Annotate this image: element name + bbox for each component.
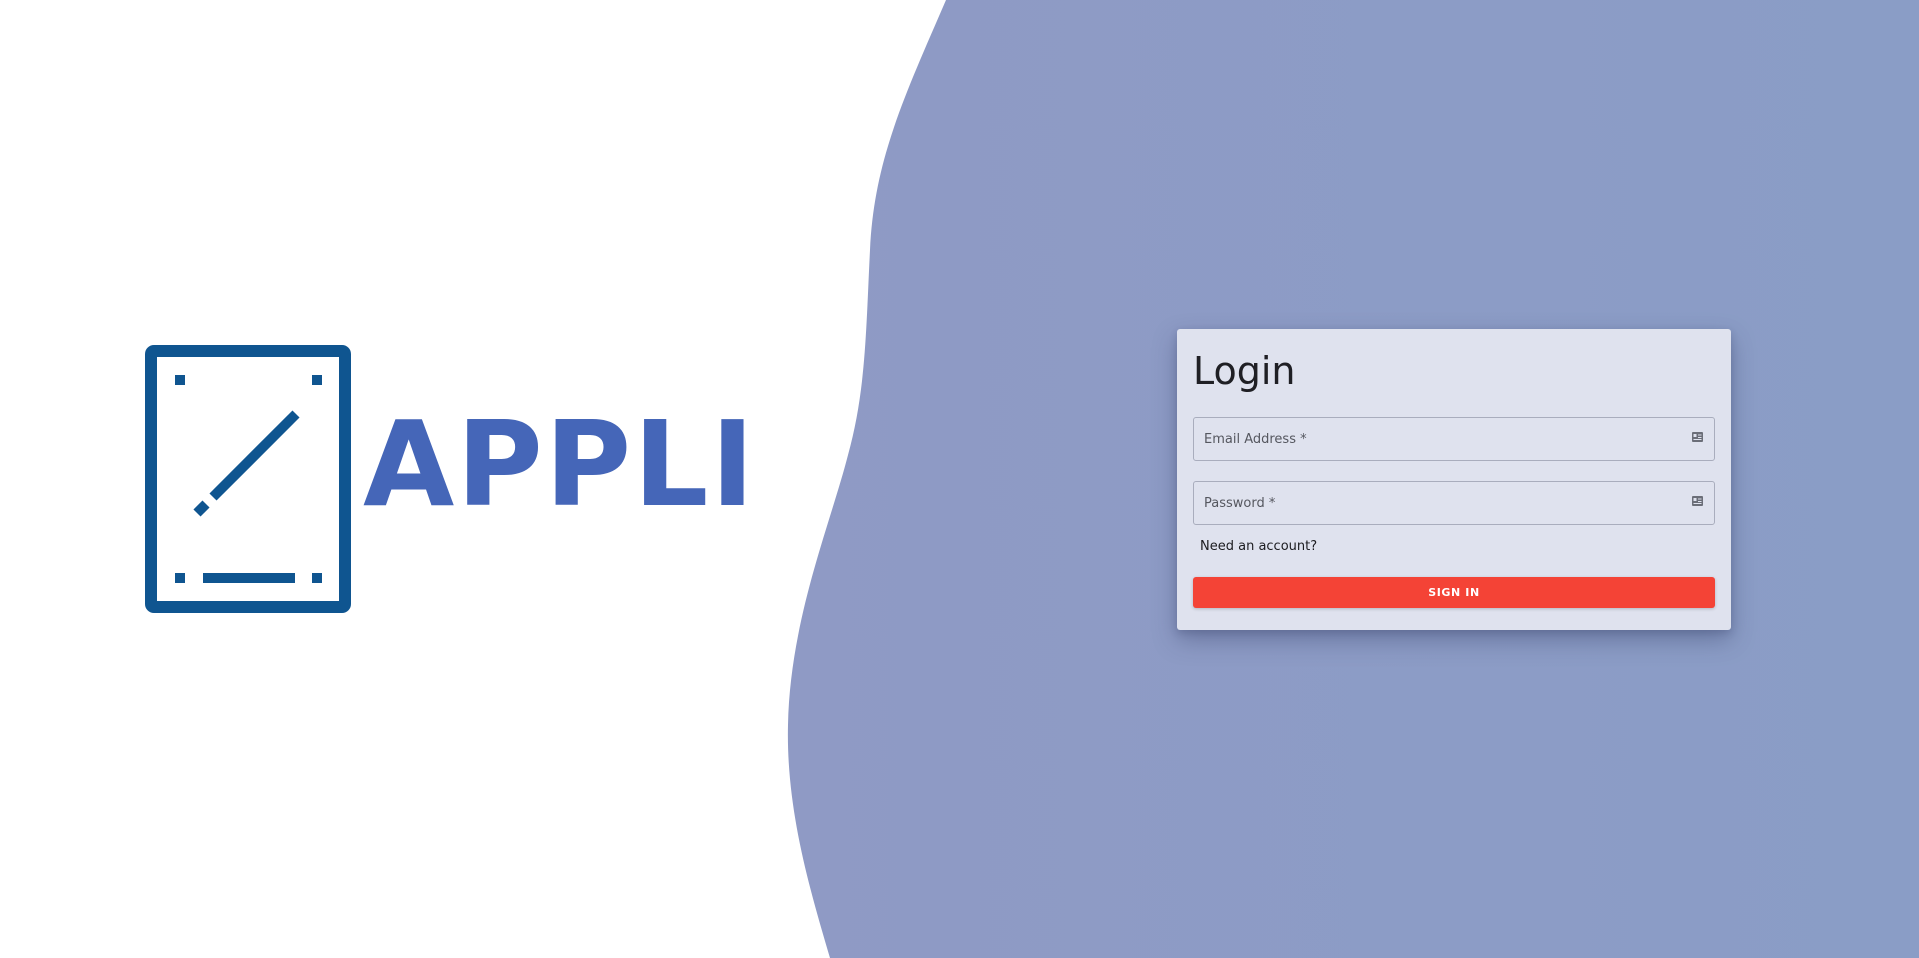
id-card-icon xyxy=(1692,496,1703,506)
login-title: Login xyxy=(1193,349,1296,393)
login-page: APPLI Login Need an account? xyxy=(0,0,1919,958)
login-card: Login Need an account? SIGN IN xyxy=(1177,329,1731,630)
email-input[interactable] xyxy=(1194,418,1714,460)
password-input[interactable] xyxy=(1194,482,1714,524)
id-card-icon xyxy=(1692,432,1703,442)
sign-in-button[interactable]: SIGN IN xyxy=(1193,577,1715,608)
email-field xyxy=(1193,417,1715,461)
brand-logo: APPLI xyxy=(145,345,754,615)
brand-wordmark: APPLI xyxy=(363,395,757,533)
need-account-link[interactable]: Need an account? xyxy=(1200,539,1317,554)
password-field xyxy=(1193,481,1715,525)
note-edit-icon xyxy=(145,345,351,613)
